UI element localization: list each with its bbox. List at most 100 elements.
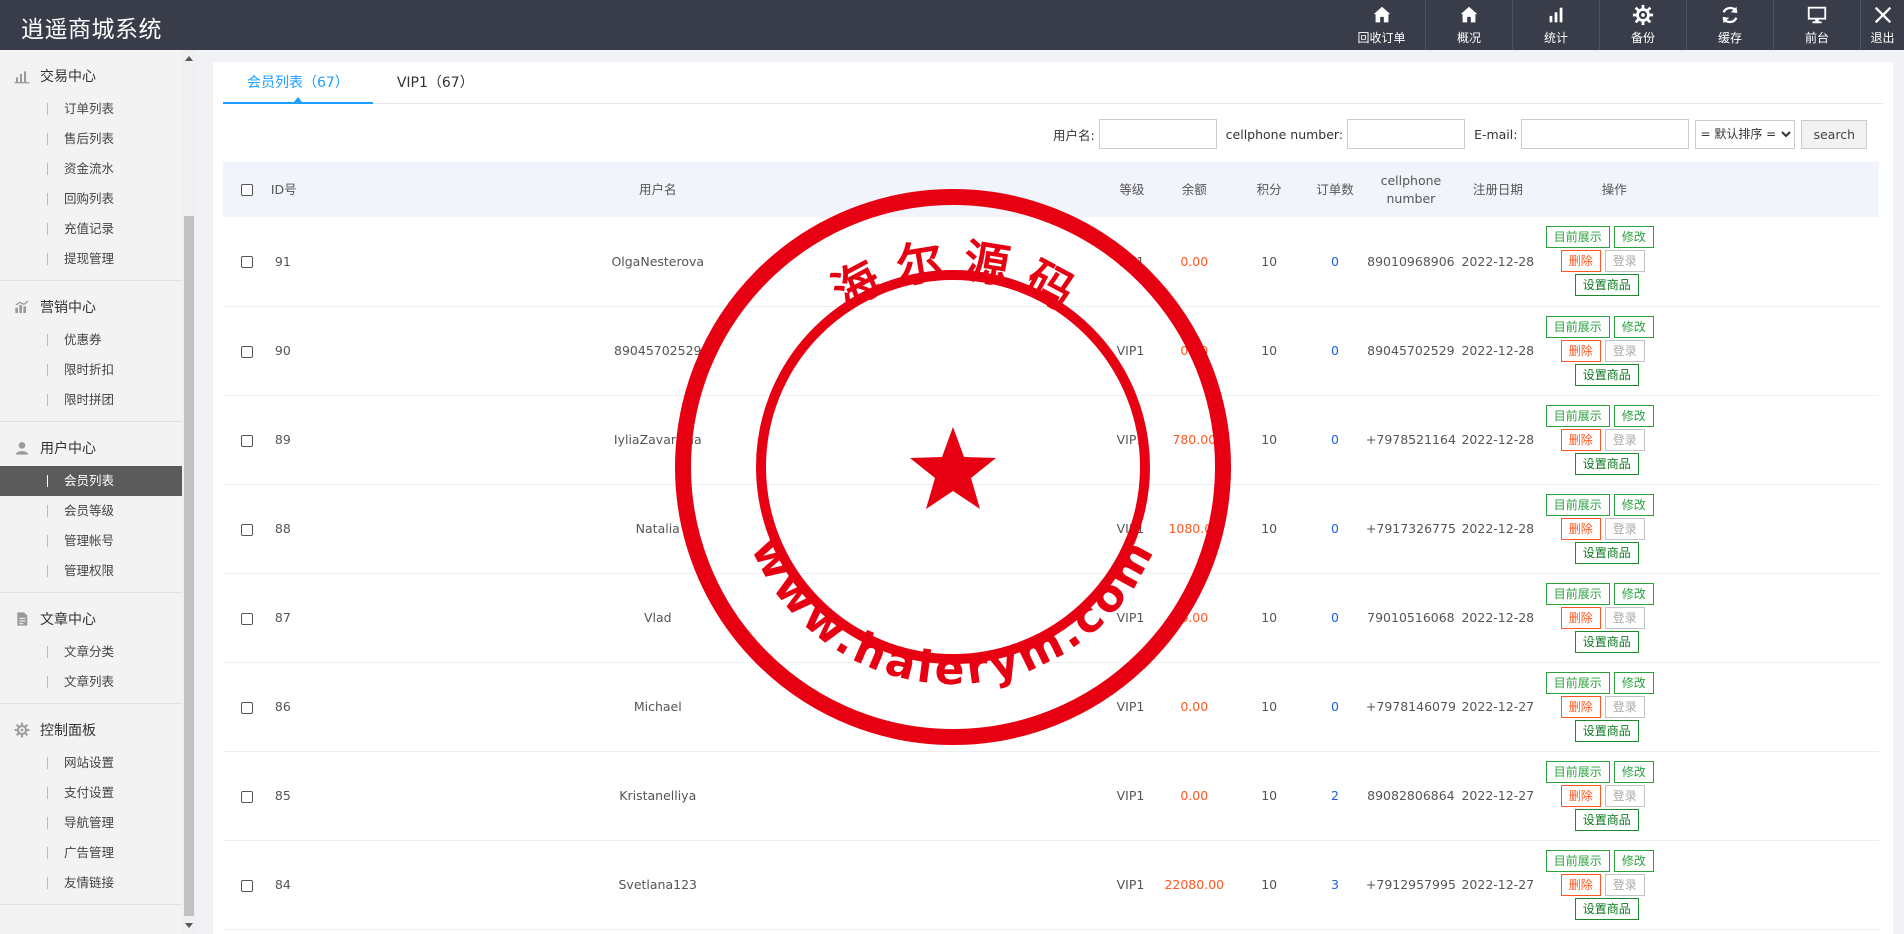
- topnav-item[interactable]: 统计: [1512, 0, 1599, 50]
- login-button[interactable]: 登录: [1604, 428, 1645, 451]
- edit-button[interactable]: 修改: [1613, 849, 1654, 872]
- cell-orders[interactable]: 0: [1304, 573, 1366, 662]
- sidebar-item[interactable]: 资金流水: [0, 154, 183, 184]
- row-checkbox[interactable]: [240, 879, 253, 892]
- show-button[interactable]: 目前展示: [1545, 582, 1610, 605]
- sidebar-item[interactable]: 文章分类: [0, 637, 183, 667]
- set-goods-button[interactable]: 设置商品: [1574, 808, 1639, 831]
- sort-select[interactable]: = 默认排序 =: [1695, 119, 1796, 149]
- edit-button[interactable]: 修改: [1613, 493, 1654, 516]
- delete-button[interactable]: 删除: [1560, 784, 1601, 807]
- sidebar-group-title[interactable]: 营销中心: [0, 289, 183, 325]
- cell-orders[interactable]: 3: [1304, 840, 1366, 929]
- cell-orders[interactable]: 2: [1304, 751, 1366, 840]
- select-all-checkbox[interactable]: [240, 184, 253, 196]
- main-scrollbar[interactable]: [1894, 62, 1904, 934]
- edit-button[interactable]: 修改: [1613, 226, 1654, 249]
- delete-button[interactable]: 删除: [1560, 517, 1601, 540]
- search-button[interactable]: search: [1801, 119, 1867, 149]
- set-goods-button[interactable]: 设置商品: [1574, 274, 1639, 297]
- set-goods-button[interactable]: 设置商品: [1574, 452, 1639, 475]
- row-checkbox[interactable]: [240, 523, 253, 536]
- edit-button[interactable]: 修改: [1613, 315, 1654, 338]
- set-goods-button[interactable]: 设置商品: [1574, 719, 1639, 742]
- sidebar-item[interactable]: 会员等级: [0, 496, 183, 526]
- show-button[interactable]: 目前展示: [1545, 493, 1610, 516]
- delete-button[interactable]: 删除: [1560, 695, 1601, 718]
- show-button[interactable]: 目前展示: [1545, 404, 1610, 427]
- topnav-item[interactable]: 回收订单: [1338, 0, 1425, 50]
- edit-button[interactable]: 修改: [1613, 760, 1654, 783]
- show-button[interactable]: 目前展示: [1545, 315, 1610, 338]
- row-checkbox[interactable]: [240, 612, 253, 625]
- topnav-item[interactable]: 概况: [1425, 0, 1512, 50]
- delete-button[interactable]: 删除: [1560, 428, 1601, 451]
- edit-button[interactable]: 修改: [1613, 582, 1654, 605]
- sidebar-item[interactable]: 文章列表: [0, 667, 183, 697]
- phone-input[interactable]: [1347, 119, 1466, 149]
- cell-orders[interactable]: 0: [1304, 306, 1366, 395]
- delete-button[interactable]: 删除: [1560, 250, 1601, 273]
- sidebar-item[interactable]: 回购列表: [0, 184, 183, 214]
- show-button[interactable]: 目前展示: [1545, 226, 1610, 249]
- sidebar-group-title[interactable]: 文章中心: [0, 601, 183, 637]
- topnav-item[interactable]: 备份: [1599, 0, 1686, 50]
- show-button[interactable]: 目前展示: [1545, 760, 1610, 783]
- sidebar-group-title[interactable]: 用户中心: [0, 430, 183, 466]
- edit-button[interactable]: 修改: [1613, 671, 1654, 694]
- show-button[interactable]: 目前展示: [1545, 849, 1610, 872]
- tab-member-list[interactable]: 会员列表（67）: [223, 62, 373, 104]
- sidebar-item[interactable]: 支付设置: [0, 778, 183, 808]
- cell-orders[interactable]: 0: [1304, 662, 1366, 751]
- topnav-item[interactable]: 退出: [1860, 0, 1904, 50]
- sidebar-item[interactable]: 导航管理: [0, 808, 183, 838]
- sidebar-item[interactable]: 管理权限: [0, 556, 183, 586]
- sidebar-group-title[interactable]: 交易中心: [0, 58, 183, 94]
- sidebar-group-title[interactable]: 控制面板: [0, 712, 183, 748]
- row-checkbox[interactable]: [240, 345, 253, 358]
- sidebar-item[interactable]: 限时折扣: [0, 355, 183, 385]
- login-button[interactable]: 登录: [1604, 339, 1645, 362]
- delete-button[interactable]: 删除: [1560, 339, 1601, 362]
- login-button[interactable]: 登录: [1604, 250, 1645, 273]
- cell-orders[interactable]: 0: [1304, 484, 1366, 573]
- sidebar-item[interactable]: 广告管理: [0, 838, 183, 868]
- sidebar-item[interactable]: 优惠券: [0, 325, 183, 355]
- row-checkbox[interactable]: [240, 434, 253, 447]
- set-goods-button[interactable]: 设置商品: [1574, 363, 1639, 386]
- login-button[interactable]: 登录: [1604, 784, 1645, 807]
- sidebar-scrollbar[interactable]: [182, 50, 196, 934]
- sidebar-item[interactable]: 友情链接: [0, 868, 183, 898]
- set-goods-button[interactable]: 设置商品: [1574, 541, 1639, 564]
- topnav-item[interactable]: 缓存: [1686, 0, 1773, 50]
- delete-button[interactable]: 删除: [1560, 873, 1601, 896]
- sidebar-item[interactable]: 管理帐号: [0, 526, 183, 556]
- sidebar-item[interactable]: 限时拼团: [0, 385, 183, 415]
- set-goods-button[interactable]: 设置商品: [1574, 897, 1639, 920]
- sidebar-item[interactable]: 充值记录: [0, 214, 183, 244]
- tab-vip1[interactable]: VIP1（67）: [373, 62, 498, 104]
- scroll-thumb[interactable]: [184, 216, 194, 916]
- topnav-item[interactable]: 前台: [1773, 0, 1860, 50]
- email-input[interactable]: [1521, 119, 1690, 149]
- edit-button[interactable]: 修改: [1613, 404, 1654, 427]
- username-input[interactable]: [1098, 119, 1217, 149]
- cell-orders[interactable]: 0: [1304, 395, 1366, 484]
- delete-button[interactable]: 删除: [1560, 606, 1601, 629]
- row-checkbox[interactable]: [240, 790, 253, 803]
- set-goods-button[interactable]: 设置商品: [1574, 630, 1639, 653]
- cell-orders[interactable]: 0: [1304, 217, 1366, 306]
- sidebar-item[interactable]: 网站设置: [0, 748, 183, 778]
- scroll-up-arrow[interactable]: [185, 56, 193, 61]
- sidebar-item[interactable]: 提现管理: [0, 244, 183, 274]
- row-checkbox[interactable]: [240, 701, 253, 714]
- scroll-down-arrow[interactable]: [185, 923, 193, 928]
- sidebar-item[interactable]: 售后列表: [0, 124, 183, 154]
- sidebar-item[interactable]: 订单列表: [0, 94, 183, 124]
- show-button[interactable]: 目前展示: [1545, 671, 1610, 694]
- row-checkbox[interactable]: [240, 256, 253, 269]
- login-button[interactable]: 登录: [1604, 873, 1645, 896]
- login-button[interactable]: 登录: [1604, 517, 1645, 540]
- login-button[interactable]: 登录: [1604, 606, 1645, 629]
- login-button[interactable]: 登录: [1604, 695, 1645, 718]
